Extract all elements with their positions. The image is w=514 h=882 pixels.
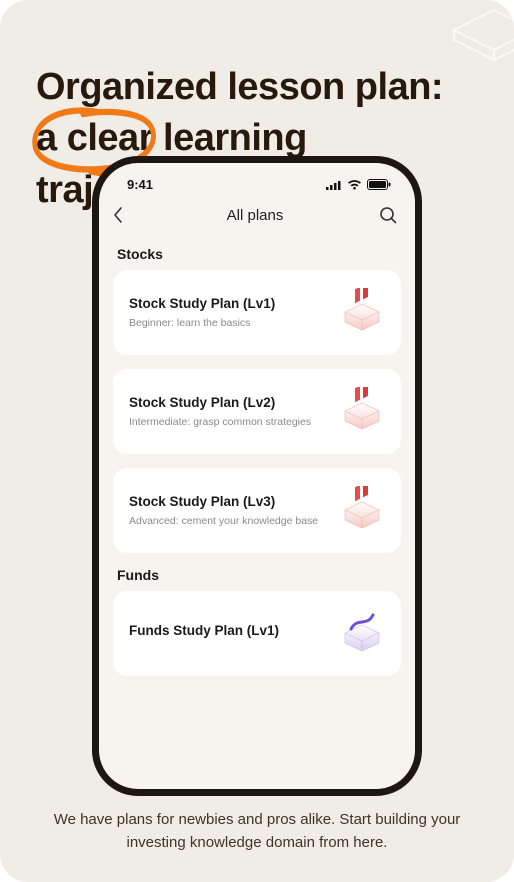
section-label-stocks: Stocks bbox=[117, 246, 397, 262]
feature-subtext: We have plans for newbies and pros alike… bbox=[0, 808, 514, 855]
headline-text-1: Organized lesson plan: bbox=[36, 66, 443, 108]
stock-chart-icon bbox=[337, 387, 387, 436]
headline-highlight-text: a clear bbox=[36, 117, 153, 159]
plan-title: Stock Study Plan (Lv3) bbox=[129, 494, 327, 509]
decorative-book-icon bbox=[434, 0, 514, 70]
fund-chart-icon bbox=[337, 609, 387, 658]
section-label-funds: Funds bbox=[117, 567, 397, 583]
back-button[interactable] bbox=[113, 207, 137, 223]
plan-card-stocks-lv2[interactable]: Stock Study Plan (Lv2) Intermediate: gra… bbox=[113, 369, 401, 454]
nav-title: All plans bbox=[137, 207, 373, 224]
signal-icon bbox=[326, 180, 342, 190]
plan-scroll[interactable]: Stocks Stock Study Plan (Lv1) Beginner: … bbox=[99, 246, 415, 676]
plan-title: Stock Study Plan (Lv2) bbox=[129, 395, 327, 410]
phone-mockup: 9:41 bbox=[92, 156, 422, 796]
stock-chart-icon bbox=[337, 288, 387, 337]
status-time: 9:41 bbox=[127, 177, 153, 192]
status-bar: 9:41 bbox=[99, 163, 415, 198]
plan-title: Funds Study Plan (Lv1) bbox=[129, 623, 327, 638]
navbar: All plans bbox=[99, 198, 415, 234]
chevron-left-icon bbox=[113, 207, 123, 223]
plan-card-stocks-lv1[interactable]: Stock Study Plan (Lv1) Beginner: learn t… bbox=[113, 270, 401, 355]
search-icon bbox=[379, 206, 397, 224]
search-button[interactable] bbox=[373, 206, 397, 224]
status-indicators bbox=[326, 179, 391, 190]
plan-card-funds-lv1[interactable]: Funds Study Plan (Lv1) bbox=[113, 591, 401, 676]
plan-desc: Advanced: cement your knowledge base bbox=[129, 515, 327, 527]
plan-desc: Beginner: learn the basics bbox=[129, 317, 327, 329]
plan-desc: Intermediate: grasp common strategies bbox=[129, 416, 327, 428]
battery-icon bbox=[367, 179, 391, 190]
wifi-icon bbox=[347, 179, 362, 190]
plan-title: Stock Study Plan (Lv1) bbox=[129, 296, 327, 311]
feature-card: Organized lesson plan: a clear learning … bbox=[0, 0, 514, 882]
stock-chart-icon bbox=[337, 486, 387, 535]
plan-card-stocks-lv3[interactable]: Stock Study Plan (Lv3) Advanced: cement … bbox=[113, 468, 401, 553]
